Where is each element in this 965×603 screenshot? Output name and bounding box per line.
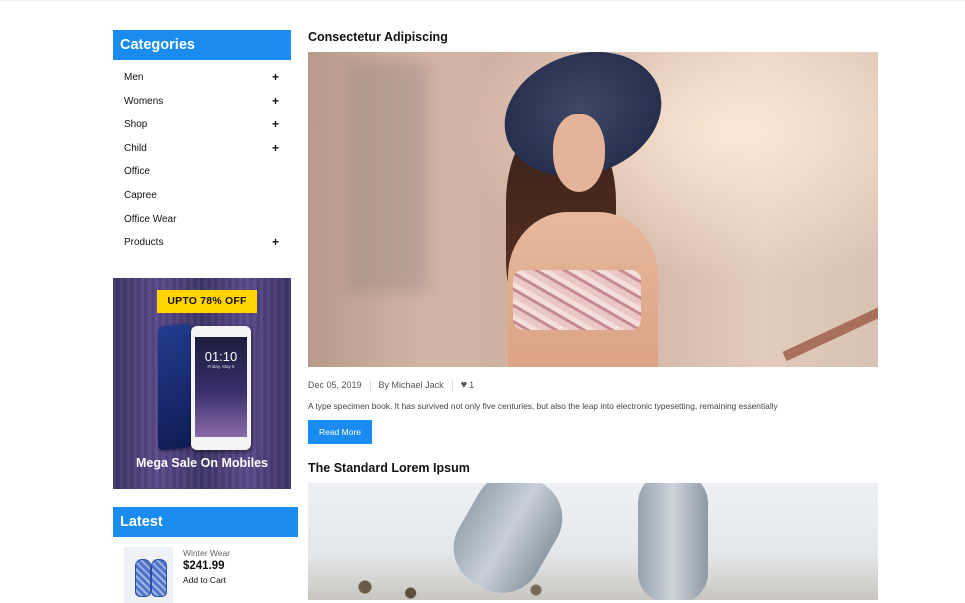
phone-back-image [158, 323, 191, 451]
category-item-men[interactable]: Men + [113, 66, 291, 90]
heart-icon[interactable]: ♥ [461, 379, 468, 391]
category-item-shop[interactable]: Shop + [113, 113, 291, 137]
category-item-products[interactable]: Products + [113, 231, 291, 255]
category-list: Men + Womens + Shop + Child + Office Cap… [113, 60, 291, 255]
plus-icon[interactable]: + [272, 66, 279, 90]
promo-banner[interactable]: UPTO 78% OFF 01:10 Friday, May 5 Mega Sa… [113, 278, 291, 489]
meta-divider [369, 379, 371, 391]
category-label: Men [124, 72, 144, 83]
post-title[interactable]: The Standard Lorem Ipsum [308, 461, 470, 475]
category-item-capree[interactable]: Capree [113, 184, 291, 208]
post-meta: Dec 05, 2019 By Michael Jack ♥ 1 [308, 379, 474, 391]
plus-icon[interactable]: + [272, 90, 279, 114]
category-label: Shop [124, 119, 148, 131]
product-price: $241.99 [183, 560, 225, 572]
category-label: Products [124, 237, 164, 249]
phone-date: Friday, May 5 [207, 364, 235, 369]
latest-title: Latest [113, 507, 298, 537]
category-item-office[interactable]: Office [113, 160, 291, 184]
category-item-office-wear[interactable]: Office Wear [113, 208, 291, 232]
post-image[interactable] [308, 483, 878, 600]
category-label: Office [124, 166, 150, 178]
sidebar: Categories Men + Womens + Shop + Child +… [113, 30, 291, 255]
plus-icon[interactable]: + [272, 137, 279, 161]
category-label: Child [124, 142, 147, 154]
phone-clock: 01:10 [204, 349, 238, 364]
plus-icon[interactable]: + [272, 113, 279, 137]
latest-product: Winter Wear $241.99 Add to Cart [124, 547, 291, 603]
add-to-cart-link[interactable]: Add to Cart [183, 575, 226, 585]
shoe-right-image [151, 559, 167, 597]
phone-screen: 01:10 Friday, May 5 [195, 337, 247, 437]
category-label: Office Wear [124, 213, 177, 225]
product-thumbnail[interactable] [124, 547, 173, 603]
post-excerpt: A type specimen book. It has survived no… [308, 401, 778, 411]
phone-front-image: 01:10 Friday, May 5 [191, 326, 251, 450]
top-divider [0, 0, 965, 1]
post-date: Dec 05, 2019 [308, 380, 362, 390]
image-top [513, 270, 641, 330]
like-count: 1 [469, 380, 475, 390]
categories-title: Categories [113, 30, 291, 60]
image-face [553, 114, 605, 192]
meta-divider [451, 379, 453, 391]
post-image[interactable] [308, 52, 878, 367]
post-title[interactable]: Consectetur Adipiscing [308, 30, 448, 44]
read-more-button[interactable]: Read More [308, 420, 372, 444]
discount-badge: UPTO 78% OFF [157, 290, 257, 313]
image-rocks [308, 578, 878, 600]
plus-icon[interactable]: + [272, 231, 279, 255]
category-item-womens[interactable]: Womens + [113, 90, 291, 114]
category-label: Capree [124, 189, 157, 201]
image-rail [782, 292, 878, 362]
category-item-child[interactable]: Child + [113, 137, 291, 161]
banner-caption: Mega Sale On Mobiles [136, 456, 268, 470]
category-label: Womens [124, 95, 164, 107]
shoe-left-image [135, 559, 151, 597]
product-category[interactable]: Winter Wear [183, 548, 230, 558]
post-author[interactable]: By Michael Jack [379, 380, 444, 390]
image-background [348, 62, 428, 292]
